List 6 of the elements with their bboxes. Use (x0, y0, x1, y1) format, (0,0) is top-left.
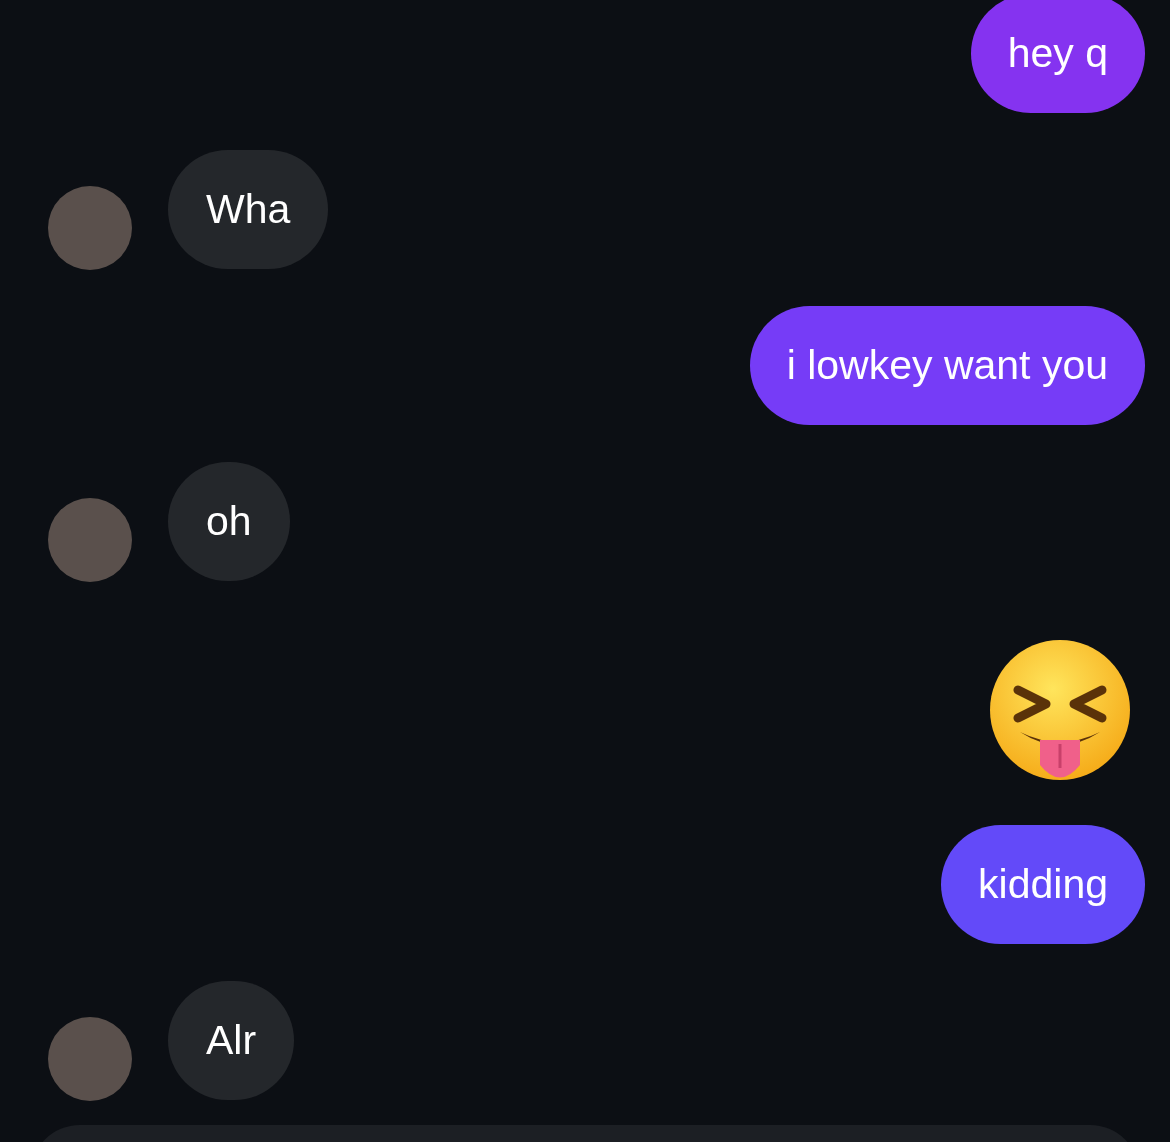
sent-message-bubble: i lowkey want you (749, 306, 1145, 425)
received-message-bubble: Wha (168, 150, 329, 269)
sent-message-bubble: hey q (970, 0, 1145, 113)
received-message-bubble: Alr (168, 981, 295, 1100)
received-message-bubble: oh (168, 462, 290, 581)
sent-message-bubble: kidding (941, 825, 1145, 944)
